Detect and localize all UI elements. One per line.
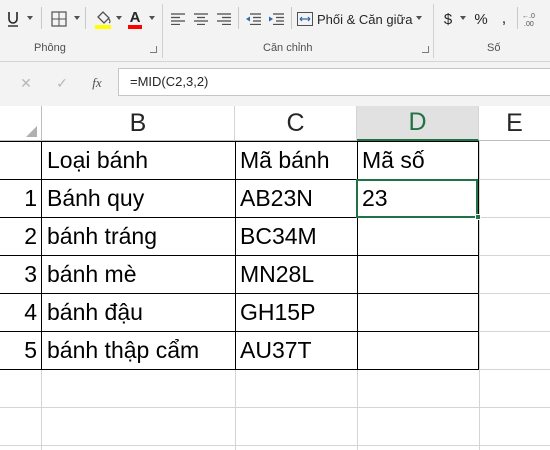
decrease-indent-icon — [246, 13, 261, 25]
merge-center-button[interactable]: Phối & Căn giữa — [297, 6, 427, 32]
table-border — [357, 141, 358, 370]
percent-style-button[interactable]: % — [472, 6, 490, 32]
borders-icon — [51, 11, 67, 27]
ribbon: A Phông Phối & Căn giữa Căn chỉnh $ % , … — [0, 0, 550, 62]
enter-entry-button[interactable]: ✓ — [52, 74, 72, 92]
merge-cells-icon — [297, 12, 313, 26]
font-dialog-launcher-icon[interactable] — [150, 46, 157, 53]
number-group-label: Số — [487, 42, 501, 54]
table-header-cell[interactable]: Loại bánh — [47, 141, 148, 179]
table-border — [41, 141, 42, 370]
separator — [238, 7, 239, 29]
row-number[interactable]: 2 — [0, 217, 41, 255]
gridline — [0, 445, 550, 446]
increase-decimal-icon: ←.0 .00 — [522, 13, 535, 27]
table-cell[interactable]: bánh mè — [47, 255, 137, 293]
active-cell-border[interactable] — [356, 179, 478, 218]
group-separator — [162, 4, 163, 58]
checkmark-icon: ✓ — [56, 74, 68, 91]
row-number[interactable]: 5 — [0, 331, 41, 369]
borders-dropdown-icon[interactable] — [74, 16, 80, 20]
borders-button[interactable] — [48, 6, 70, 32]
comma-symbol: , — [501, 10, 507, 27]
table-cell[interactable]: bánh thập cẩm — [47, 331, 199, 369]
gridline — [0, 407, 550, 408]
separator — [291, 7, 292, 29]
table-header-cell[interactable]: Mã bánh — [240, 141, 330, 179]
row-number[interactable]: 1 — [0, 179, 41, 217]
percent-symbol: % — [474, 10, 488, 28]
function-icon: fx — [92, 75, 102, 90]
table-border — [235, 141, 236, 370]
increase-decimal-button[interactable]: ←.0 .00 — [521, 6, 545, 32]
fill-color-button[interactable] — [92, 6, 114, 32]
currency-format-button[interactable]: $ — [440, 6, 456, 32]
svg-text:A: A — [130, 9, 141, 26]
underline-icon — [8, 12, 18, 27]
separator — [517, 7, 518, 29]
column-header-e[interactable]: E — [479, 106, 550, 141]
table-cell[interactable]: BC34M — [240, 217, 317, 255]
table-cell[interactable]: Bánh quy — [47, 179, 144, 217]
row-number[interactable] — [0, 141, 41, 179]
increase-indent-button[interactable] — [266, 6, 286, 32]
table-cell[interactable]: GH15P — [240, 293, 315, 331]
insert-function-button[interactable]: fx — [86, 74, 108, 92]
font-group-label: Phông — [34, 42, 66, 54]
font-color-button[interactable]: A — [124, 6, 146, 32]
table-cell[interactable]: bánh đậu — [47, 293, 143, 331]
increase-indent-icon — [269, 13, 284, 25]
table-header-cell[interactable]: Mã số — [362, 141, 425, 179]
select-all-icon — [26, 126, 37, 137]
table-cell[interactable]: MN28L — [240, 255, 314, 293]
row-number[interactable]: 3 — [0, 255, 41, 293]
fill-color-dropdown-icon[interactable] — [116, 16, 122, 20]
table-border — [0, 369, 479, 370]
font-color-icon: A — [128, 9, 142, 29]
align-right-button[interactable] — [214, 6, 234, 32]
svg-text:←.0: ←.0 — [522, 13, 535, 20]
formula-input[interactable]: =MID(C2,3,2) — [118, 68, 550, 96]
table-border — [478, 141, 479, 370]
alignment-group-label: Căn chỉnh — [263, 42, 313, 54]
underline-button[interactable] — [2, 6, 24, 32]
align-left-button[interactable] — [168, 6, 188, 32]
table-cell[interactable]: AU37T — [240, 331, 312, 369]
align-center-icon — [194, 13, 208, 25]
comma-style-button[interactable]: , — [497, 6, 511, 32]
group-separator — [433, 4, 434, 58]
currency-symbol: $ — [443, 10, 453, 28]
underline-dropdown-icon[interactable] — [27, 16, 33, 20]
table-cell[interactable]: AB23N — [240, 179, 313, 217]
separator — [41, 7, 42, 29]
paint-bucket-icon — [95, 11, 111, 29]
gridline — [479, 141, 480, 450]
align-right-icon — [217, 13, 231, 25]
align-left-icon — [171, 13, 185, 25]
decrease-indent-button[interactable] — [243, 6, 263, 32]
table-cell[interactable]: bánh tráng — [47, 217, 157, 255]
currency-dropdown-icon[interactable] — [460, 16, 466, 20]
column-header-c[interactable]: C — [235, 106, 357, 141]
font-color-dropdown-icon[interactable] — [149, 16, 155, 20]
separator — [85, 7, 86, 29]
cancel-icon: ✕ — [20, 74, 32, 91]
fill-handle[interactable] — [475, 214, 481, 220]
cancel-entry-button[interactable]: ✕ — [16, 74, 36, 92]
column-header-b[interactable]: B — [42, 106, 235, 141]
alignment-dialog-launcher-icon[interactable] — [422, 46, 429, 53]
column-header-d[interactable]: D — [357, 106, 479, 141]
row-number[interactable]: 4 — [0, 293, 41, 331]
align-center-button[interactable] — [191, 6, 211, 32]
merge-center-dropdown-icon[interactable] — [416, 16, 422, 20]
svg-text:.00: .00 — [524, 21, 534, 27]
merge-center-label: Phối & Căn giữa — [317, 11, 413, 27]
